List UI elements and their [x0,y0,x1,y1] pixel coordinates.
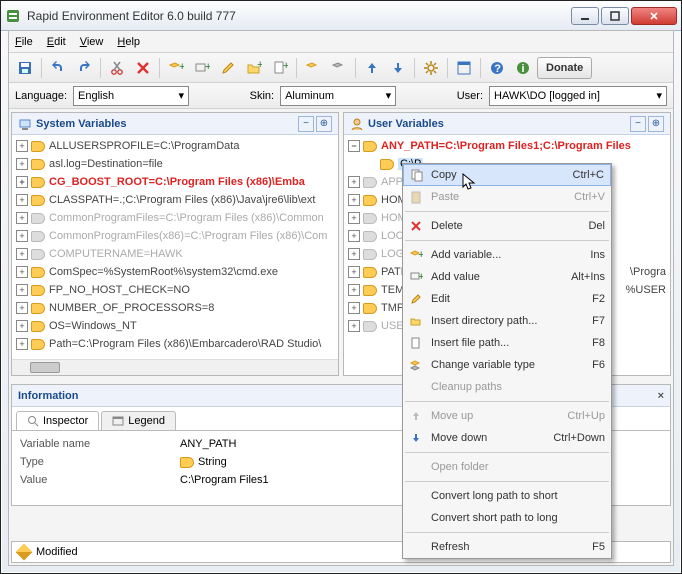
ctx-cleanup[interactable]: Cleanup paths [403,376,611,398]
system-tree[interactable]: +ALLUSERSPROFILE=C:\ProgramData+asl.log=… [12,135,338,359]
panel-expand-button[interactable]: ⊕ [648,116,664,132]
ctx-open-folder[interactable]: Open folder [403,456,611,478]
panel-collapse-button[interactable]: − [630,116,646,132]
layout-button[interactable] [452,56,476,80]
ctx-convert-long-short[interactable]: Convert long path to short [403,485,611,507]
ctx-move-down[interactable]: Move downCtrl+Down [403,427,611,449]
user-combo[interactable]: HAWK\DO [logged in]▾ [489,86,667,106]
panel-collapse-button[interactable]: − [298,116,314,132]
donate-button[interactable]: Donate [537,57,592,79]
system-panel-title: System Variables [36,118,127,130]
skin-combo[interactable]: Aluminum▾ [280,86,396,106]
language-label: Language: [15,90,67,102]
add-variable-button[interactable]: + [164,56,188,80]
status-text: Modified [36,546,78,558]
insert-dir-button[interactable]: + [242,56,266,80]
h-scrollbar[interactable] [12,359,338,375]
menu-edit[interactable]: Edit [47,36,66,48]
maximize-button[interactable] [601,7,629,25]
redo-button[interactable] [72,56,96,80]
tree-row[interactable]: +NUMBER_OF_PROCESSORS=8 [12,299,338,317]
menubar: File Edit View Help [9,31,673,53]
help-button[interactable]: ? [485,56,509,80]
tree-row[interactable]: +ALLUSERSPROFILE=C:\ProgramData [12,137,338,155]
skin-label: Skin: [250,90,274,102]
move-down-button[interactable] [386,56,410,80]
ctx-copy[interactable]: CopyCtrl+C [403,164,611,186]
language-combo[interactable]: English▾ [73,86,189,106]
ctx-change-type[interactable]: Change variable typeF6 [403,354,611,376]
ctx-insert-file[interactable]: Insert file path...F8 [403,332,611,354]
svg-text:+: + [418,249,423,261]
move-up-button[interactable] [360,56,384,80]
tree-row[interactable]: −ANY_PATH=C:\Program Files1;C:\Program F… [344,137,670,155]
delete-button[interactable] [131,56,155,80]
user-icon [350,117,364,131]
settings-button[interactable] [419,56,443,80]
tree-row[interactable]: +asl.log=Destination=file [12,155,338,173]
tree-row[interactable]: +CG_BOOST_ROOT=C:\Program Files (x86)\Em… [12,173,338,191]
toolbar: + + + + ? i Donate [9,53,673,83]
tree-row[interactable]: +CommonProgramFiles=C:\Program Files (x8… [12,209,338,227]
menu-help[interactable]: Help [117,36,140,48]
add-value-button[interactable]: + [190,56,214,80]
save-button[interactable] [13,56,37,80]
svg-text:?: ? [494,63,501,75]
ctx-paste[interactable]: PasteCtrl+V [403,186,611,208]
tree-row[interactable]: +CommonProgramFiles(x86)=C:\Program File… [12,227,338,245]
ctx-delete[interactable]: DeleteDel [403,215,611,237]
tree-row[interactable]: +ComSpec=%SystemRoot%\system32\cmd.exe [12,263,338,281]
ctx-add-value[interactable]: +Add valueAlt+Ins [403,266,611,288]
tag1-button[interactable] [301,56,325,80]
system-variables-panel: System Variables − ⊕ +ALLUSERSPROFILE=C:… [11,112,339,376]
undo-button[interactable] [46,56,70,80]
app-icon [5,8,21,24]
edit-button[interactable] [216,56,240,80]
modified-icon [16,544,33,561]
tab-legend[interactable]: Legend [101,411,176,430]
svg-text:+: + [179,61,184,73]
close-button[interactable] [631,7,677,25]
tree-row[interactable]: +OS=Windows_NT [12,317,338,335]
about-button[interactable]: i [511,56,535,80]
cut-button[interactable] [105,56,129,80]
system-icon [18,117,32,131]
ctx-refresh[interactable]: RefreshF5 [403,536,611,558]
minimize-button[interactable] [571,7,599,25]
info-title: Information [18,390,79,402]
svg-text:i: i [522,63,525,75]
menu-view[interactable]: View [80,36,104,48]
tab-inspector[interactable]: Inspector [16,411,99,430]
user-label: User: [457,90,483,102]
tree-row[interactable]: +FP_NO_HOST_CHECK=NO [12,281,338,299]
svg-text:+: + [205,61,210,73]
context-menu: CopyCtrl+C PasteCtrl+V DeleteDel +Add va… [402,163,612,559]
user-panel-title: User Variables [368,118,444,130]
svg-text:+: + [257,60,262,71]
panel-expand-button[interactable]: ⊕ [316,116,332,132]
ctx-add-variable[interactable]: +Add variable...Ins [403,244,611,266]
tree-row[interactable]: +COMPUTERNAME=HAWK [12,245,338,263]
svg-text:+: + [418,271,423,283]
ctx-edit[interactable]: EditF2 [403,288,611,310]
tag2-button[interactable] [327,56,351,80]
ctx-insert-dir[interactable]: Insert directory path...F7 [403,310,611,332]
titlebar: Rapid Environment Editor 6.0 build 777 [1,1,681,31]
tree-row[interactable]: +CLASSPATH=.;C:\Program Files (x86)\Java… [12,191,338,209]
insert-file-button[interactable]: + [268,56,292,80]
tree-row[interactable]: +Path=C:\Program Files (x86)\Embarcadero… [12,335,338,353]
window-title: Rapid Environment Editor 6.0 build 777 [27,9,571,23]
options-bar: Language: English▾ Skin: Aluminum▾ User:… [9,83,673,109]
menu-file[interactable]: File [15,36,33,48]
info-close-button[interactable]: × [658,390,664,402]
ctx-convert-short-long[interactable]: Convert short path to long [403,507,611,529]
ctx-move-up[interactable]: Move upCtrl+Up [403,405,611,427]
svg-text:+: + [283,60,288,72]
